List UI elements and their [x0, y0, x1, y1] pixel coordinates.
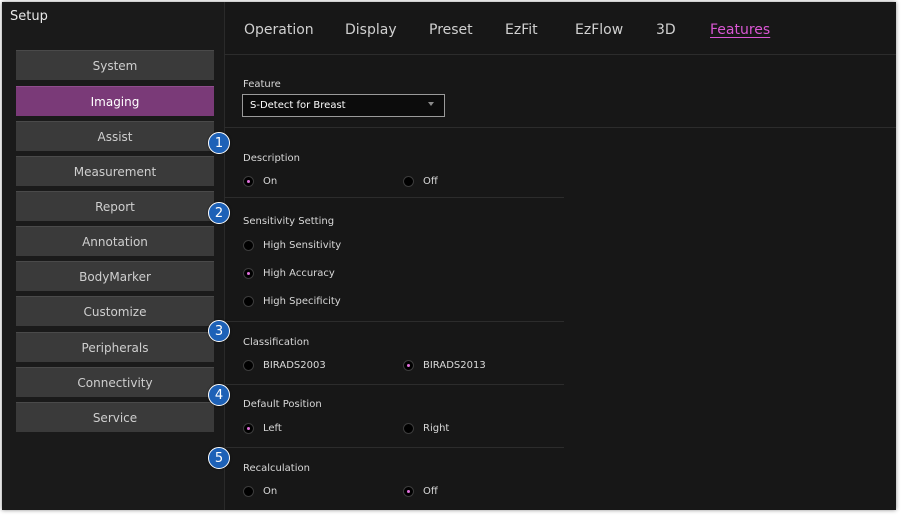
chevron-down-icon — [428, 102, 434, 106]
tab-divider — [224, 54, 896, 55]
left-radio[interactable]: Left — [243, 423, 282, 434]
radio-label: High Sensitivity — [263, 240, 342, 251]
sidebar-item-annotation[interactable]: Annotation — [16, 226, 214, 256]
sidebar-item-customize[interactable]: Customize — [16, 296, 214, 326]
sensitivity-label: Sensitivity Setting — [243, 216, 335, 227]
badge-4: 4 — [208, 384, 230, 406]
recalculation-label: Recalculation — [243, 463, 310, 474]
radio-label: Left — [263, 423, 282, 434]
section-divider — [224, 384, 564, 385]
sidebar: Setup System Imaging Assist Measurement … — [2, 2, 224, 510]
radio-unselected-icon — [403, 176, 414, 187]
classification-label: Classification — [243, 337, 310, 348]
radio-label: On — [263, 486, 278, 497]
feature-label: Feature — [243, 79, 281, 90]
birads2003-radio[interactable]: BIRADS2003 — [243, 360, 326, 371]
tab-operation[interactable]: Operation — [244, 22, 314, 38]
section-divider — [224, 447, 564, 448]
tab-features[interactable]: Features — [710, 22, 770, 38]
sidebar-divider — [224, 2, 225, 510]
radio-unselected-icon — [243, 360, 254, 371]
radio-label: High Accuracy — [263, 268, 335, 279]
setup-window: Setup System Imaging Assist Measurement … — [2, 2, 896, 510]
radio-selected-icon — [403, 360, 414, 371]
recalculation-off-radio[interactable]: Off — [403, 486, 438, 497]
tab-3d[interactable]: 3D — [656, 22, 676, 38]
high-accuracy-radio[interactable]: High Accuracy — [243, 268, 335, 279]
radio-selected-icon — [403, 486, 414, 497]
radio-unselected-icon — [243, 486, 254, 497]
tab-display[interactable]: Display — [345, 22, 397, 38]
radio-label: BIRADS2013 — [423, 360, 486, 371]
radio-unselected-icon — [243, 240, 254, 251]
tab-ezflow[interactable]: EzFlow — [575, 22, 623, 38]
radio-label: Right — [423, 423, 450, 434]
right-radio[interactable]: Right — [403, 423, 449, 434]
default-position-label: Default Position — [243, 399, 322, 410]
birads2013-radio[interactable]: BIRADS2013 — [403, 360, 486, 371]
sidebar-item-bodymarker[interactable]: BodyMarker — [16, 261, 214, 291]
sidebar-item-report[interactable]: Report — [16, 191, 214, 221]
feature-select-value: S-Detect for Breast — [250, 100, 346, 111]
high-sensitivity-radio[interactable]: High Sensitivity — [243, 240, 341, 251]
section-divider — [224, 321, 564, 322]
badge-2: 2 — [208, 202, 230, 224]
tab-preset[interactable]: Preset — [429, 22, 473, 38]
radio-selected-icon — [243, 423, 254, 434]
radio-selected-icon — [243, 268, 254, 279]
radio-label: Off — [423, 486, 438, 497]
badge-3: 3 — [208, 320, 230, 342]
radio-selected-icon — [243, 176, 254, 187]
radio-label: Off — [423, 176, 438, 187]
section-divider — [224, 197, 564, 198]
recalculation-on-radio[interactable]: On — [243, 486, 277, 497]
badge-5: 5 — [208, 447, 230, 469]
sidebar-item-connectivity[interactable]: Connectivity — [16, 367, 214, 397]
description-off-radio[interactable]: Off — [403, 176, 438, 187]
radio-label: On — [263, 176, 278, 187]
feature-divider — [224, 127, 896, 128]
radio-label: BIRADS2003 — [263, 360, 326, 371]
sidebar-title: Setup — [10, 9, 48, 24]
feature-select[interactable]: S-Detect for Breast — [242, 94, 445, 117]
high-specificity-radio[interactable]: High Specificity — [243, 296, 341, 307]
sidebar-item-assist[interactable]: Assist — [16, 121, 214, 151]
tab-bar: Operation Display Preset EzFit EzFlow 3D… — [224, 2, 896, 54]
radio-unselected-icon — [403, 423, 414, 434]
radio-label: High Specificity — [263, 296, 341, 307]
sidebar-item-measurement[interactable]: Measurement — [16, 156, 214, 186]
sidebar-item-system[interactable]: System — [16, 50, 214, 80]
badge-1: 1 — [208, 132, 230, 154]
description-on-radio[interactable]: On — [243, 176, 277, 187]
sidebar-item-service[interactable]: Service — [16, 402, 214, 432]
sidebar-item-imaging[interactable]: Imaging — [16, 86, 214, 116]
sidebar-item-peripherals[interactable]: Peripherals — [16, 332, 214, 362]
radio-unselected-icon — [243, 296, 254, 307]
description-label: Description — [243, 153, 300, 164]
tab-ezfit[interactable]: EzFit — [505, 22, 538, 38]
